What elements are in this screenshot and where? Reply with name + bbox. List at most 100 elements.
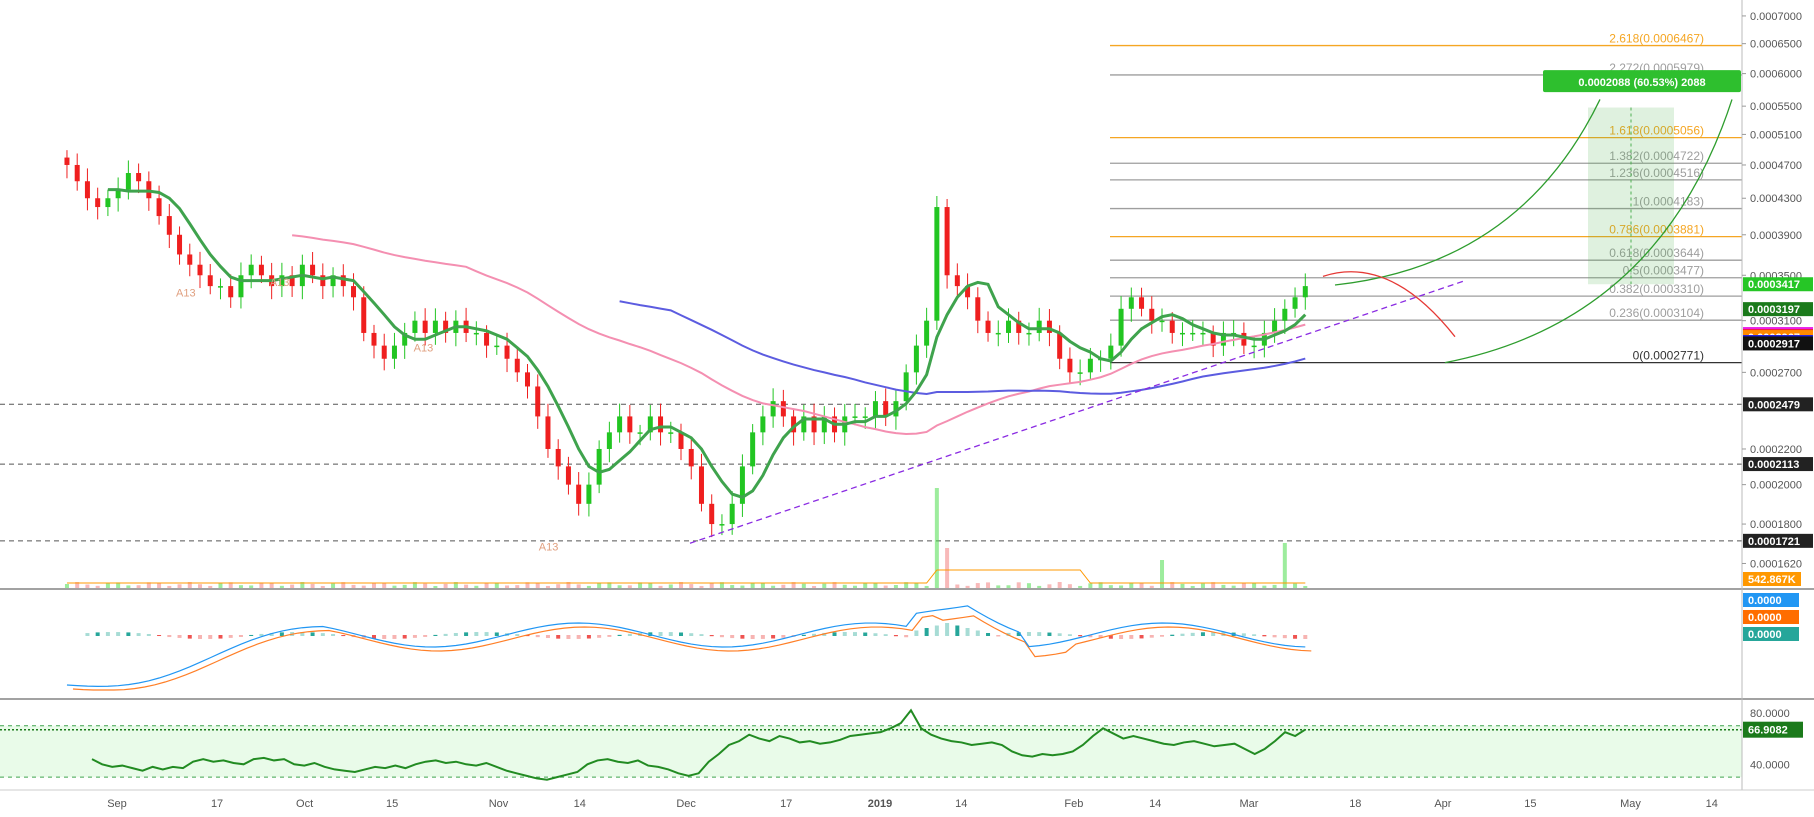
macd-histogram-bar <box>187 635 192 639</box>
volume-bar <box>1303 585 1308 588</box>
macd-histogram-bar <box>494 632 499 636</box>
volume-bar <box>290 584 295 588</box>
candle-body <box>340 275 346 287</box>
candle-body <box>555 448 561 467</box>
volume-bar <box>801 583 806 588</box>
candle-body <box>391 345 397 359</box>
volume-bar <box>730 585 735 588</box>
candle-body <box>524 372 530 387</box>
volume-bar <box>760 582 765 588</box>
candle-body <box>1190 332 1196 335</box>
volume-bar <box>515 585 520 588</box>
x-axis-label: 14 <box>1706 798 1718 810</box>
volume-bar <box>505 585 510 588</box>
macd-histogram-bar <box>136 633 141 636</box>
macd-histogram-bar <box>1190 632 1195 636</box>
candle-body <box>1282 308 1288 321</box>
volume-bar <box>1108 585 1113 588</box>
macd-histogram-bar <box>924 628 929 636</box>
macd-histogram-bar <box>1252 634 1257 636</box>
price-y-tick-label: 0.0002700 <box>1750 367 1802 379</box>
candle-body <box>473 332 479 335</box>
volume-bar <box>863 582 868 588</box>
candle-body <box>494 345 500 348</box>
volume-bar <box>1190 585 1195 588</box>
volume-bar <box>597 583 602 588</box>
macd-histogram-bar <box>904 635 909 638</box>
macd-histogram-bar <box>1047 632 1052 636</box>
macd-histogram-bar <box>781 635 786 638</box>
macd-histogram-bar <box>146 633 151 636</box>
macd-histogram-bar <box>1180 633 1185 636</box>
volume-bar <box>1006 585 1011 588</box>
candle-body <box>258 264 264 276</box>
macd-histogram-bar <box>208 635 213 639</box>
macd-histogram-bar <box>914 630 919 636</box>
volume-bar <box>269 582 274 588</box>
volume-bar <box>893 585 898 588</box>
volume-bar <box>576 584 581 588</box>
macd-histogram-bar <box>996 635 1001 637</box>
candle-body <box>1118 308 1124 346</box>
volume-bar <box>402 584 407 588</box>
macd-histogram-bar <box>341 635 346 637</box>
candle-body <box>105 198 111 208</box>
candle-body <box>1036 320 1042 333</box>
candle-body <box>709 503 715 525</box>
x-axis-label: 18 <box>1349 798 1361 810</box>
volume-bar <box>392 585 397 588</box>
macd-histogram-bar <box>842 632 847 636</box>
fib-level-label: 0.236(0.0003104) <box>1609 306 1704 320</box>
macd-histogram-bar <box>177 635 182 638</box>
candle-body <box>125 173 131 190</box>
x-axis-label: 15 <box>1524 798 1536 810</box>
volume-bar <box>1149 585 1154 588</box>
macd-histogram-bar <box>750 635 755 639</box>
candle-body <box>535 386 541 417</box>
candle-body <box>995 332 1001 335</box>
candle-body <box>760 416 766 433</box>
measure-label-text: 0.0002088 (60.53%) 2088 <box>1578 77 1705 89</box>
candle-body <box>627 416 633 433</box>
candle-body <box>1108 345 1114 359</box>
macd-histogram-bar <box>975 630 980 636</box>
macd-histogram-bar <box>95 632 100 636</box>
fib-level-label: 0.382(0.0003310) <box>1609 282 1704 296</box>
volume-bar <box>1088 583 1093 588</box>
macd-histogram-bar <box>1272 635 1277 638</box>
price-y-tick-label: 0.0005100 <box>1750 129 1802 141</box>
volume-bar <box>249 585 254 588</box>
price-y-tick-label: 0.0005500 <box>1750 101 1802 113</box>
volume-bar <box>484 582 489 588</box>
volume-bar <box>320 585 325 588</box>
macd-histogram-bar <box>965 628 970 636</box>
volume-bar <box>883 585 888 588</box>
volume-bar <box>157 583 162 588</box>
macd-histogram-bar <box>1149 635 1154 638</box>
volume-tag-label: 542.867K <box>1748 574 1796 586</box>
price-y-tick-label: 0.0004700 <box>1750 160 1802 172</box>
fib-level-label: 0(0.0002771) <box>1633 349 1704 363</box>
price-y-tick-label: 0.0002000 <box>1750 480 1802 492</box>
candle-body <box>1139 297 1145 309</box>
candle-body <box>371 332 377 346</box>
candle-body <box>381 345 387 359</box>
macd-histogram-bar <box>1119 635 1124 639</box>
volume-bar <box>238 585 243 588</box>
candle-body <box>545 416 551 449</box>
candle-body <box>84 181 90 199</box>
volume-bar <box>852 585 857 588</box>
macd-histogram-bar <box>228 635 233 638</box>
x-axis-label: 2019 <box>868 798 892 810</box>
macd-histogram-bar <box>986 633 991 636</box>
volume-bar <box>699 585 704 588</box>
volume-bar <box>198 584 203 588</box>
x-axis-label: May <box>1620 798 1641 810</box>
volume-bar <box>975 583 980 588</box>
volume-bar <box>668 584 673 588</box>
candle-body <box>248 264 254 276</box>
macd-histogram-bar <box>484 632 489 636</box>
price-y-tick-label: 0.0002200 <box>1750 444 1802 456</box>
macd-histogram-bar <box>617 634 622 636</box>
macd-histogram-bar <box>423 635 428 637</box>
